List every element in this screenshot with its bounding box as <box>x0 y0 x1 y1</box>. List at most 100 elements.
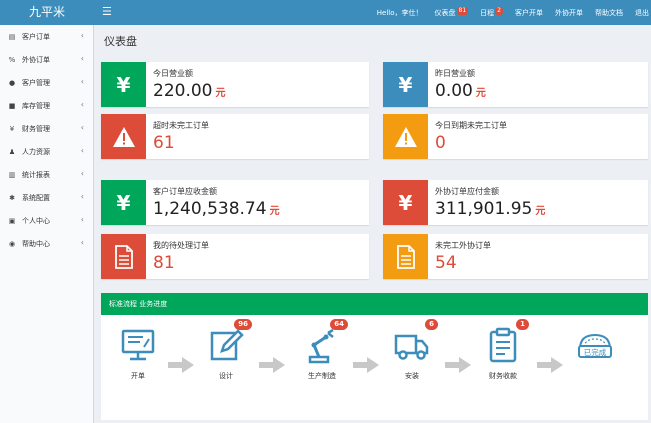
completed-stamp-icon: 已完成 <box>575 325 615 365</box>
chevron-left-icon: ‹ <box>80 123 84 132</box>
nav-outsource-order[interactable]: 外协开单 <box>555 8 583 18</box>
document-icon <box>383 234 428 279</box>
nav-help-docs[interactable]: 帮助文档 <box>595 8 623 18</box>
chevron-left-icon: ‹ <box>80 77 84 86</box>
sidebar-item-help[interactable]: ◉ 帮助中心 ‹ <box>0 232 93 255</box>
yen-icon: ¥ <box>383 180 428 225</box>
sidebar-item-reports[interactable]: ▥ 统计报表 ‹ <box>0 163 93 186</box>
stat-today-revenue[interactable]: ¥ 今日营业额 220.00 元 <box>101 62 369 107</box>
sidebar: ▤ 客户订单 ‹ % 外协订单 ‹ ● 客户管理 ‹ ■ 库存管理 ‹ ¥ 财务管理 ‹ ♟ 人力资源… <box>0 25 94 423</box>
stat-value: 1,240,538.74 元 <box>153 199 280 219</box>
card-icon: ▣ <box>8 216 16 225</box>
robot-arm-icon: 64 <box>302 319 348 365</box>
clipboard-icon: 1 <box>483 319 529 365</box>
stat-value: 61 <box>153 133 175 153</box>
stat-unit: 元 <box>535 206 546 217</box>
sidebar-item-label: 财务管理 <box>22 124 50 133</box>
chevron-left-icon: ‹ <box>80 54 84 63</box>
stat-value: 311,901.95 元 <box>435 199 545 219</box>
truck-icon: 6 <box>392 319 438 365</box>
step-label: 设计 <box>219 372 233 380</box>
completed-stamp-text: 已完成 <box>584 347 607 357</box>
sidebar-item-inventory[interactable]: ■ 库存管理 ‹ <box>0 94 93 117</box>
file-icon: ▤ <box>8 32 16 41</box>
sidebar-item-customer-orders[interactable]: ▤ 客户订单 ‹ <box>0 25 93 48</box>
yen-icon: ¥ <box>383 62 428 107</box>
step-badge: 6 <box>425 319 438 330</box>
stat-label: 未完工外协订单 <box>435 241 491 250</box>
sidebar-item-label: 人力资源 <box>22 147 50 156</box>
gear-icon: ✱ <box>9 193 15 202</box>
yen-icon: ¥ <box>9 124 15 133</box>
monitor-icon <box>118 325 158 365</box>
user-icon: ● <box>8 78 16 87</box>
sidebar-item-outsource-orders[interactable]: % 外协订单 ‹ <box>0 48 93 71</box>
stat-label: 我的待处理订单 <box>153 241 209 250</box>
sidebar-item-personal[interactable]: ▣ 个人中心 ‹ <box>0 209 93 232</box>
workflow-panel: 标准流程 业务进度 开单 96 设计 64 生产制造 6 安装 1 财务收款 已… <box>101 293 648 420</box>
stat-number: 220.00 <box>153 81 213 101</box>
warning-icon <box>101 114 146 159</box>
help-icon: ◉ <box>8 239 16 248</box>
step-badge: 64 <box>330 319 348 330</box>
workflow-header: 标准流程 业务进度 <box>101 293 648 315</box>
nav-dashboard[interactable]: 仪表盘 81 <box>435 6 469 18</box>
document-icon <box>101 234 146 279</box>
link-icon: % <box>8 55 16 64</box>
stat-yesterday-revenue[interactable]: ¥ 昨日营业额 0.00 元 <box>383 62 648 107</box>
chevron-left-icon: ‹ <box>80 238 84 247</box>
stat-value: 54 <box>435 253 457 273</box>
step-badge: 96 <box>234 319 252 330</box>
sidebar-item-label: 库存管理 <box>22 101 50 110</box>
stat-label: 客户订单应收金额 <box>153 187 217 196</box>
stat-label: 今日营业额 <box>153 69 193 78</box>
stat-pending-orders[interactable]: 我的待处理订单 81 <box>101 234 369 279</box>
arrow-right-icon <box>537 357 563 373</box>
nav-schedule[interactable]: 日程 2 <box>480 6 503 18</box>
chevron-left-icon: ‹ <box>80 100 84 109</box>
stat-receivable[interactable]: ¥ 客户订单应收金额 1,240,538.74 元 <box>101 180 369 225</box>
nav-schedule-badge: 2 <box>495 6 503 15</box>
stat-label: 今日到期未完工订单 <box>435 121 507 130</box>
page-title: 仪表盘 <box>104 35 137 48</box>
arrow-right-icon <box>445 357 471 373</box>
stat-due-today-orders[interactable]: 今日到期未完工订单 0 <box>383 114 648 159</box>
sidebar-item-system[interactable]: ✱ 系统配置 ‹ <box>0 186 93 209</box>
nav-logout[interactable]: 退出 <box>635 8 649 18</box>
hamburger-icon[interactable]: ☰ <box>102 5 112 19</box>
sidebar-item-hr[interactable]: ♟ 人力资源 ‹ <box>0 140 93 163</box>
step-label: 生产制造 <box>308 372 336 380</box>
stat-unit: 元 <box>215 88 226 99</box>
chevron-left-icon: ‹ <box>80 146 84 155</box>
arrow-right-icon <box>353 357 379 373</box>
stat-unfinished-outsource[interactable]: 未完工外协订单 54 <box>383 234 648 279</box>
stat-number: 1,240,538.74 <box>153 199 267 219</box>
sidebar-item-label: 客户管理 <box>22 78 50 87</box>
warning-icon <box>383 114 428 159</box>
step-label: 安装 <box>405 372 419 380</box>
users-icon: ♟ <box>8 147 16 156</box>
sidebar-item-customer-management[interactable]: ● 客户管理 ‹ <box>0 71 93 94</box>
arrow-right-icon <box>259 357 285 373</box>
step-installation[interactable]: 6 安装 <box>387 319 438 381</box>
sidebar-item-finance[interactable]: ¥ 财务管理 ‹ <box>0 117 93 140</box>
chevron-left-icon: ‹ <box>80 192 84 201</box>
stat-label: 昨日营业额 <box>435 69 475 78</box>
step-finance-collection[interactable]: 1 财务收款 <box>478 319 529 381</box>
step-label: 财务收款 <box>489 372 517 380</box>
stat-label: 超时未完工订单 <box>153 121 209 130</box>
step-design[interactable]: 96 设计 <box>201 319 252 381</box>
report-icon: ▥ <box>8 170 16 179</box>
step-create-order[interactable]: 开单 <box>113 325 163 381</box>
step-production[interactable]: 64 生产制造 <box>297 319 348 381</box>
step-completed[interactable]: 已完成 <box>570 325 620 365</box>
sidebar-item-label: 外协订单 <box>22 55 50 64</box>
top-navbar: ☰ Hello，李仕！ 仪表盘 81 日程 2 客户开单 外协开单 帮助文档 退出 <box>94 0 651 25</box>
stat-value: 0 <box>435 133 446 153</box>
stat-payable[interactable]: ¥ 外协订单应付金额 311,901.95 元 <box>383 180 648 225</box>
app-logo[interactable]: 九平米 <box>0 0 94 25</box>
user-greeting[interactable]: Hello，李仕！ <box>377 8 423 18</box>
yen-icon: ¥ <box>101 180 146 225</box>
stat-overdue-orders[interactable]: 超时未完工订单 61 <box>101 114 369 159</box>
nav-customer-order[interactable]: 客户开单 <box>515 8 543 18</box>
